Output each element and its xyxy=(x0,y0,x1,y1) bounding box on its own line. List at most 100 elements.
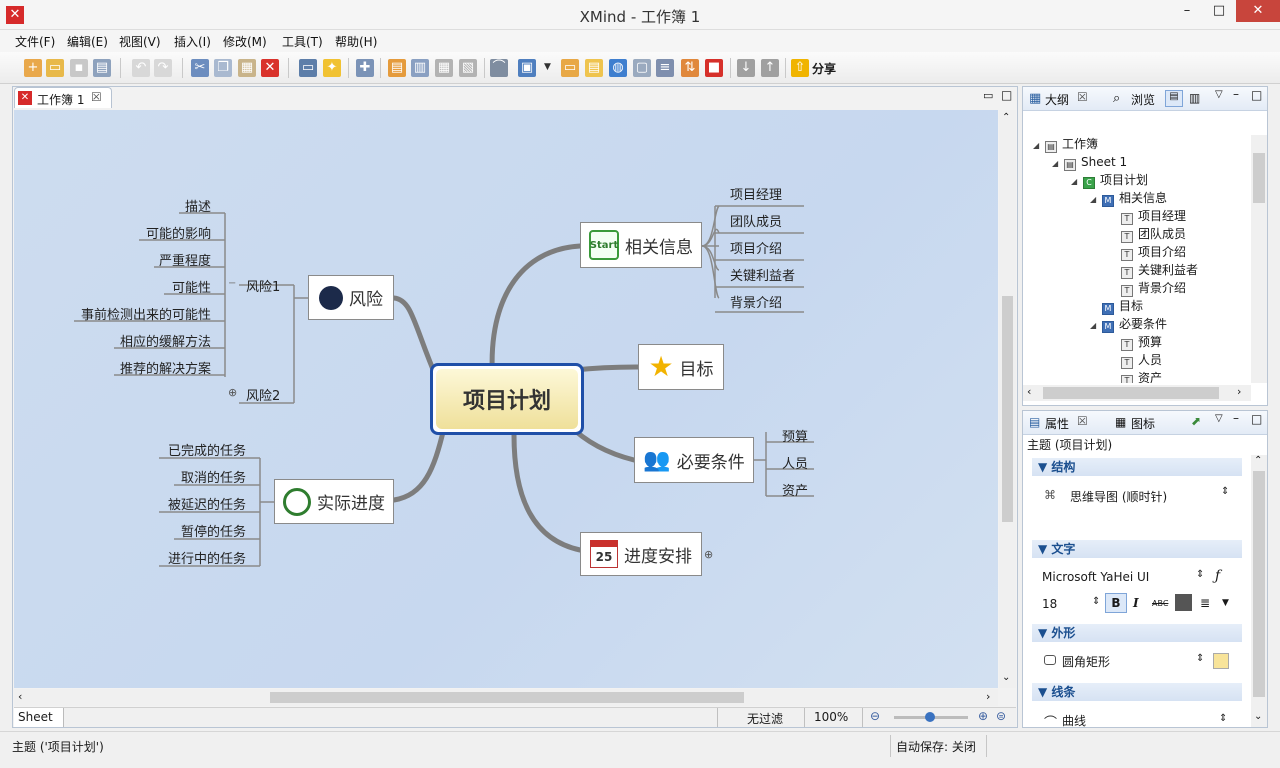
zoom-out-icon[interactable]: ⊖ xyxy=(870,709,880,723)
presentation-icon[interactable]: ▭ xyxy=(299,59,317,77)
scroll-up-icon[interactable]: ⌃ xyxy=(1254,455,1262,466)
attachment-icon[interactable]: ⌒ xyxy=(490,59,508,77)
outline-row[interactable]: T 项目介绍 xyxy=(1023,243,1186,261)
mindmap-canvas[interactable]: 项目计划 Start 相关信息 项目经理 团队成员 项目介绍 关键利益者 背景介… xyxy=(14,110,998,688)
paste-icon[interactable]: ▦ xyxy=(238,59,256,77)
expand-icon[interactable]: ⊕ xyxy=(704,548,713,561)
outline-hscroll-thumb[interactable] xyxy=(1043,387,1219,399)
subtopic-intro[interactable]: 项目介绍 xyxy=(730,238,782,257)
redo-icon[interactable]: ↷ xyxy=(154,59,172,77)
outline-row[interactable]: T 关键利益者 xyxy=(1023,261,1198,279)
editor-maximize-icon[interactable]: □ xyxy=(1001,88,1012,102)
properties-tab-close-icon[interactable]: ☒ xyxy=(1077,414,1088,428)
outline-filter-icon[interactable]: ▥ xyxy=(1189,91,1200,105)
section-text[interactable]: ▼ 文字 xyxy=(1032,540,1242,558)
menu-file[interactable]: 文件(F) xyxy=(15,33,55,50)
zoom-slider-handle[interactable] xyxy=(925,712,935,722)
menu-insert[interactable]: 插入(I) xyxy=(174,33,211,50)
drill-up-icon[interactable]: ↑ xyxy=(761,59,779,77)
outline-row[interactable]: T 预算 xyxy=(1023,333,1162,351)
font-spinner-icon[interactable]: ⇕ xyxy=(1196,569,1204,580)
subtopic-completed[interactable]: 已完成的任务 xyxy=(134,440,246,459)
panel-minimize-icon[interactable]: – xyxy=(1233,411,1239,425)
subtopic-in-progress[interactable]: 进行中的任务 xyxy=(134,548,246,567)
scroll-left-icon[interactable]: ‹ xyxy=(18,690,22,703)
font-size-spinner-icon[interactable]: ⇕ xyxy=(1092,596,1100,607)
markers-tab[interactable]: 图标 xyxy=(1131,415,1155,432)
cut-icon[interactable]: ✂ xyxy=(191,59,209,77)
strikethrough-button[interactable]: ABC xyxy=(1152,599,1168,608)
close-window-button[interactable]: ✕ xyxy=(1236,0,1280,22)
shape-spinner-icon[interactable]: ⇕ xyxy=(1196,653,1204,664)
parent-topic-icon[interactable]: ▧ xyxy=(459,59,477,77)
scroll-up-icon[interactable]: ⌃ xyxy=(1002,112,1010,123)
section-line[interactable]: ▼ 线条 xyxy=(1032,683,1242,701)
summary-icon[interactable]: ≡ xyxy=(656,59,674,77)
panel-maximize-icon[interactable]: □ xyxy=(1251,88,1262,102)
outline-vscroll-thumb[interactable] xyxy=(1253,153,1265,203)
panel-maximize-icon[interactable]: □ xyxy=(1251,412,1262,426)
subtopic-impact[interactable]: 可能的影响 xyxy=(74,223,211,242)
subtopic-risk2[interactable]: 风险2 xyxy=(246,385,280,404)
subtopic-staff[interactable]: 人员 xyxy=(782,453,808,472)
subtopic-severity[interactable]: 严重程度 xyxy=(74,250,211,269)
idea-bulb-icon[interactable]: ✦ xyxy=(323,59,341,77)
subtopic-team[interactable]: 团队成员 xyxy=(730,211,782,230)
drill-down-icon[interactable]: ↓ xyxy=(737,59,755,77)
pin-icon[interactable]: ⬈ xyxy=(1191,414,1201,428)
subtopic-background[interactable]: 背景介绍 xyxy=(730,292,782,311)
properties-vscroll[interactable]: ⌃ ⌄ xyxy=(1251,455,1267,727)
outline-row[interactable]: ◢ C 项目计划 xyxy=(1023,171,1148,189)
panel-minimize-icon[interactable]: – xyxy=(1233,87,1239,101)
central-topic[interactable]: 项目计划 xyxy=(430,363,584,435)
outline-row[interactable]: ◢ ▤ 工作簿 xyxy=(1023,135,1098,153)
topic-progress[interactable]: 实际进度 xyxy=(274,479,394,524)
line-spinner-icon[interactable]: ⇕ xyxy=(1219,713,1227,724)
expand-icon[interactable]: ⊕ xyxy=(228,386,237,399)
outline-tab-close-icon[interactable]: ☒ xyxy=(1077,90,1088,104)
boundary-icon[interactable]: ▭ xyxy=(561,59,579,77)
new-icon[interactable]: + xyxy=(24,59,42,77)
topic-after-icon[interactable]: ▥ xyxy=(411,59,429,77)
filter-status[interactable]: 无过滤 xyxy=(747,710,783,727)
font-size-input[interactable]: 18 xyxy=(1042,597,1057,611)
hscroll-thumb[interactable] xyxy=(270,692,744,703)
zoom-in-icon[interactable]: ⊕ xyxy=(978,709,988,723)
topic-risk[interactable]: 风险 xyxy=(308,275,394,320)
section-structure[interactable]: ▼ 结构 xyxy=(1032,458,1242,476)
subtopic-pm[interactable]: 项目经理 xyxy=(730,184,782,203)
drill-icon[interactable]: ⇅ xyxy=(681,59,699,77)
scroll-right-icon[interactable]: › xyxy=(986,690,990,703)
image-icon[interactable]: ▣ xyxy=(518,59,536,77)
scroll-left-icon[interactable]: ‹ xyxy=(1027,385,1031,398)
share-icon[interactable]: ⇧ xyxy=(791,59,809,77)
menu-help[interactable]: 帮助(H) xyxy=(335,33,377,50)
outline-vscroll[interactable] xyxy=(1251,135,1267,383)
subtopic-probability[interactable]: 可能性 xyxy=(74,277,211,296)
subtopic-assets[interactable]: 资产 xyxy=(782,480,808,499)
menu-edit[interactable]: 编辑(E) xyxy=(67,33,108,50)
italic-button[interactable]: I xyxy=(1133,596,1139,610)
menu-modify[interactable]: 修改(M) xyxy=(223,33,267,50)
font-family-select[interactable]: Microsoft YaHei UI xyxy=(1042,570,1149,584)
print-icon[interactable]: ▤ xyxy=(93,59,111,77)
image-dropdown-icon[interactable]: ▼ xyxy=(544,62,551,72)
topic-goal[interactable]: ★ 目标 xyxy=(638,344,724,390)
outline-row[interactable]: T 团队成员 xyxy=(1023,225,1186,243)
section-shape[interactable]: ▼ 外形 xyxy=(1032,624,1242,642)
panel-menu-icon[interactable]: ▽ xyxy=(1215,89,1223,100)
open-folder-icon[interactable]: ▭ xyxy=(46,59,64,77)
subtopic-icon[interactable]: ▤ xyxy=(388,59,406,77)
align-icon[interactable]: ≣ xyxy=(1200,596,1210,610)
scroll-right-icon[interactable]: › xyxy=(1237,385,1241,398)
autosave-status[interactable]: 自动保存: 关闭 xyxy=(896,738,976,755)
vscroll-thumb[interactable] xyxy=(1002,296,1013,522)
outline-hscroll[interactable]: ‹ › xyxy=(1023,385,1251,401)
workbook-tab[interactable]: ✕ 工作簿 1 ☒ xyxy=(14,87,112,108)
subtopic-delayed[interactable]: 被延迟的任务 xyxy=(134,494,246,513)
font-dialog-icon[interactable]: ƒ xyxy=(1215,568,1220,584)
subtopic-stakeholders[interactable]: 关键利益者 xyxy=(730,265,795,284)
insert-topic-icon[interactable]: ✚ xyxy=(356,59,374,77)
fill-color-button[interactable] xyxy=(1213,653,1229,669)
topic-info[interactable]: Start 相关信息 xyxy=(580,222,702,268)
